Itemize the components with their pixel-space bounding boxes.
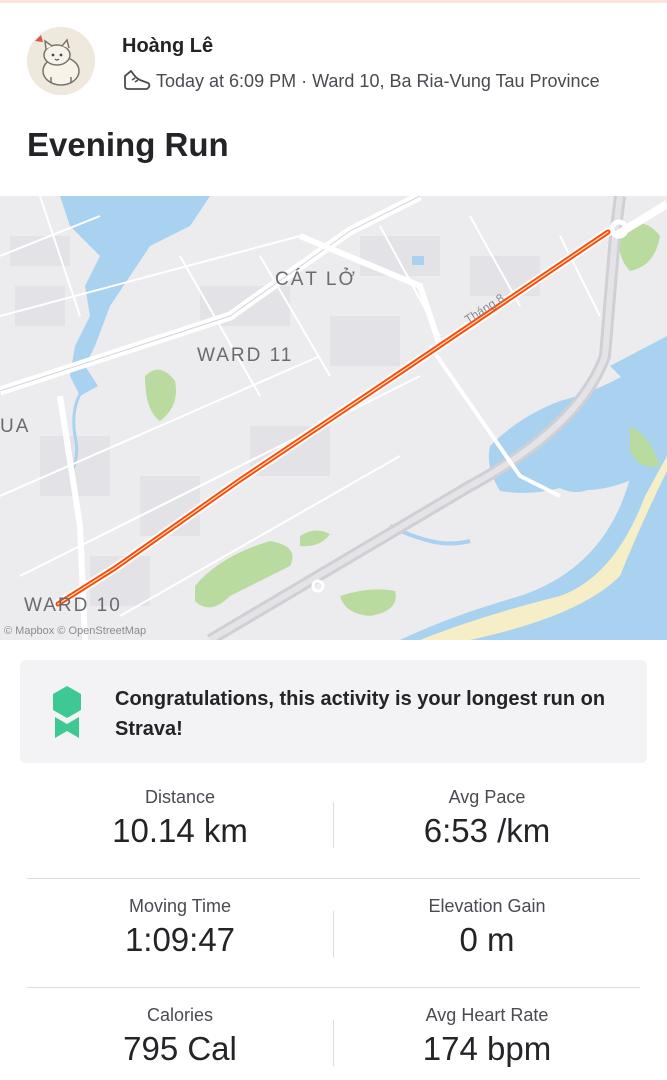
- map-label-ward-10: WARD 10: [24, 595, 122, 616]
- stat-label: Elevation Gain: [428, 896, 546, 916]
- stat-value: 0 m: [459, 921, 515, 958]
- stat-value: 795 Cal: [123, 1030, 237, 1067]
- cat-avatar-icon[interactable]: [27, 27, 95, 95]
- stat-label: Avg Heart Rate: [425, 1005, 549, 1025]
- stat-distance: Distance 10.14 km: [27, 770, 333, 879]
- stat-value: 10.14 km: [112, 812, 248, 849]
- stat-value: 6:53 /km: [423, 812, 551, 849]
- stat-calories: Calories 795 Cal: [27, 988, 333, 1080]
- award-badge-icon: [50, 684, 84, 740]
- stat-avg-heart-rate: Avg Heart Rate 174 bpm: [334, 988, 640, 1080]
- activity-time: Today at 6:09 PM: [156, 70, 297, 91]
- stats-grid: Distance 10.14 km Avg Pace 6:53 /km Movi…: [27, 770, 640, 1080]
- achievement-banner[interactable]: Congratulations, this activity is your l…: [20, 660, 647, 763]
- stat-label: Avg Pace: [448, 787, 526, 807]
- map-label-ua: UA: [0, 416, 30, 437]
- map-label-ward-11: WARD 11: [197, 345, 293, 366]
- stat-moving-time: Moving Time 1:09:47: [27, 879, 333, 988]
- meta-separator: ·: [296, 70, 313, 91]
- activity-title[interactable]: Evening Run: [27, 126, 229, 164]
- map-attribution[interactable]: © Mapbox © OpenStreetMap: [4, 625, 146, 637]
- activity-header: Hoàng Lê Today at 6:09 PM · Ward 10, Ba …: [0, 0, 667, 195]
- stat-value: 1:09:47: [124, 921, 236, 958]
- stats-row: Distance 10.14 km Avg Pace 6:53 /km: [27, 770, 640, 879]
- activity-meta: Today at 6:09 PM · Ward 10, Ba Ria-Vung …: [122, 68, 600, 94]
- athlete-name[interactable]: Hoàng Lê: [122, 35, 213, 58]
- map-label-cat-lo: CÁT LỞ: [275, 268, 357, 290]
- stat-elevation-gain: Elevation Gain 0 m: [334, 879, 640, 988]
- stat-label: Distance: [144, 787, 216, 807]
- stats-row: Moving Time 1:09:47 Elevation Gain 0 m: [27, 879, 640, 988]
- stats-row: Calories 795 Cal Avg Heart Rate 174 bpm: [27, 988, 640, 1080]
- activity-location: Ward 10, Ba Ria-Vung Tau Province: [312, 70, 600, 91]
- shoe-icon: [122, 68, 152, 94]
- stat-label: Moving Time: [128, 896, 232, 916]
- stat-value: 174 bpm: [422, 1030, 552, 1067]
- stat-label: Calories: [146, 1005, 214, 1025]
- stat-avg-pace: Avg Pace 6:53 /km: [334, 770, 640, 879]
- route-map[interactable]: CÁT LỞ WARD 11 UA WARD 10 Tháng 8 © Mapb…: [0, 196, 667, 640]
- achievement-text: Congratulations, this activity is your l…: [115, 688, 606, 740]
